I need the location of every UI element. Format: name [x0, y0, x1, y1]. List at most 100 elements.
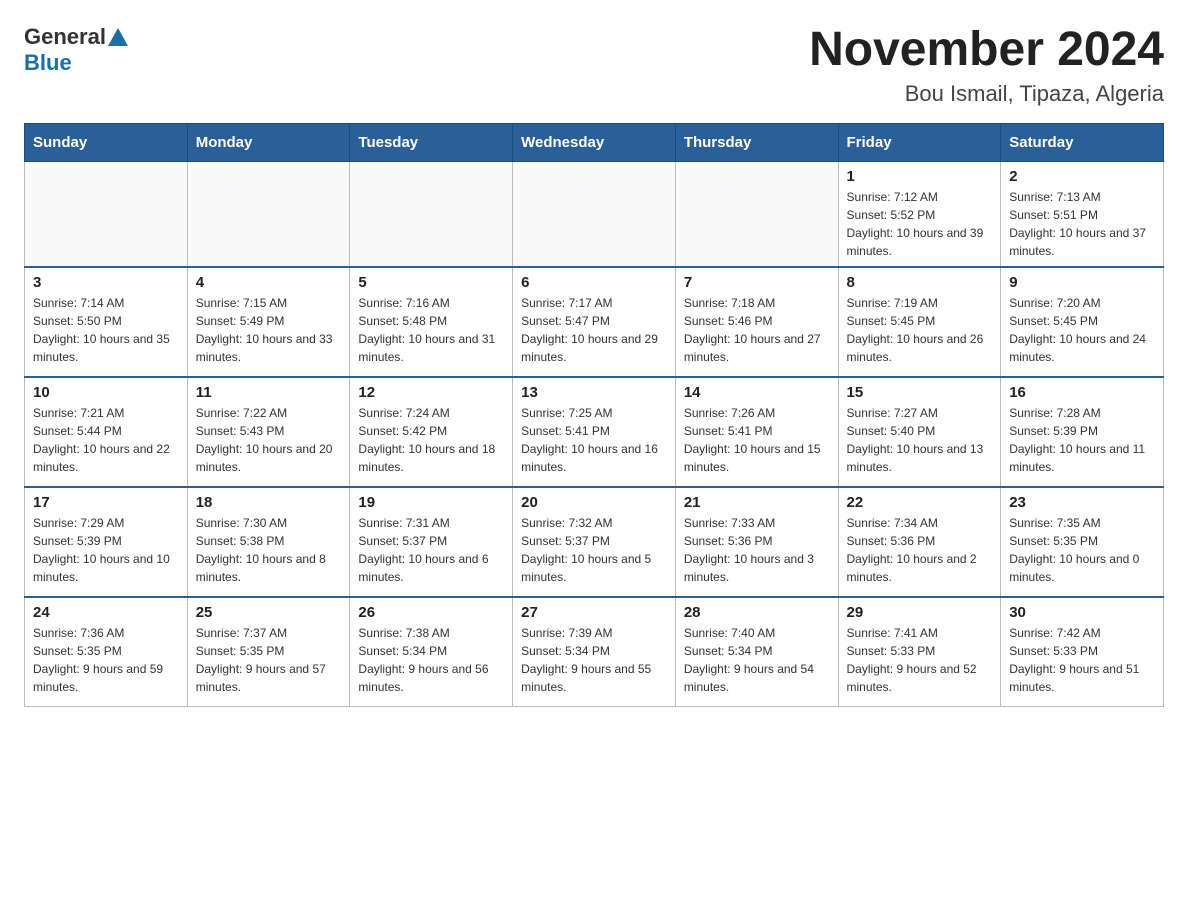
header-friday: Friday: [838, 123, 1001, 161]
day-info: Sunrise: 7:34 AMSunset: 5:36 PMDaylight:…: [847, 514, 993, 586]
day-info: Sunrise: 7:27 AMSunset: 5:40 PMDaylight:…: [847, 404, 993, 476]
table-row: 4 Sunrise: 7:15 AMSunset: 5:49 PMDaylight…: [187, 267, 350, 377]
table-row: 11Sunrise: 7:22 AMSunset: 5:43 PMDayligh…: [187, 377, 350, 487]
day-info: Sunrise: 7:26 AMSunset: 5:41 PMDaylight:…: [684, 404, 830, 476]
day-number: 7: [684, 274, 830, 291]
day-info: Sunrise: 7:39 AMSunset: 5:34 PMDaylight:…: [521, 624, 667, 696]
day-number: 5: [358, 274, 504, 291]
day-info: Sunrise: 7:14 AMSunset: 5:50 PMDaylight:…: [33, 294, 179, 366]
table-row: [513, 161, 676, 267]
day-info: Sunrise: 7:25 AMSunset: 5:41 PMDaylight:…: [521, 404, 667, 476]
day-number: 6: [521, 274, 667, 291]
calendar-title: November 2024: [809, 24, 1164, 77]
day-info: Sunrise: 7:18 AMSunset: 5:46 PMDaylight:…: [684, 294, 830, 366]
logo-triangle-icon: [108, 28, 128, 46]
day-info: Sunrise: 7:42 AMSunset: 5:33 PMDaylight:…: [1009, 624, 1155, 696]
page-header: General Blue November 2024 Bou Ismail, T…: [24, 24, 1164, 107]
table-row: [675, 161, 838, 267]
calendar-subtitle: Bou Ismail, Tipaza, Algeria: [809, 81, 1164, 107]
table-row: 30 Sunrise: 7:42 AMSunset: 5:33 PMDayligh…: [1001, 597, 1164, 707]
table-row: 26 Sunrise: 7:38 AMSunset: 5:34 PMDayligh…: [350, 597, 513, 707]
day-info: Sunrise: 7:19 AMSunset: 5:45 PMDaylight:…: [847, 294, 993, 366]
table-row: 1 Sunrise: 7:12 AMSunset: 5:52 PMDaylight…: [838, 161, 1001, 267]
table-row: 15 Sunrise: 7:27 AMSunset: 5:40 PMDayligh…: [838, 377, 1001, 487]
header-tuesday: Tuesday: [350, 123, 513, 161]
day-info: Sunrise: 7:17 AMSunset: 5:47 PMDaylight:…: [521, 294, 667, 366]
day-number: 12: [358, 384, 504, 401]
day-info: Sunrise: 7:38 AMSunset: 5:34 PMDaylight:…: [358, 624, 504, 696]
table-row: 9 Sunrise: 7:20 AMSunset: 5:45 PMDaylight…: [1001, 267, 1164, 377]
day-info: Sunrise: 7:35 AMSunset: 5:35 PMDaylight:…: [1009, 514, 1155, 586]
table-row: 27 Sunrise: 7:39 AMSunset: 5:34 PMDayligh…: [513, 597, 676, 707]
day-number: 23: [1009, 494, 1155, 511]
table-row: 21 Sunrise: 7:33 AMSunset: 5:36 PMDayligh…: [675, 487, 838, 597]
day-info: Sunrise: 7:30 AMSunset: 5:38 PMDaylight:…: [196, 514, 342, 586]
day-number: 28: [684, 604, 830, 621]
day-info: Sunrise: 7:37 AMSunset: 5:35 PMDaylight:…: [196, 624, 342, 696]
header-saturday: Saturday: [1001, 123, 1164, 161]
day-number: 11: [196, 384, 342, 401]
day-info: Sunrise: 7:40 AMSunset: 5:34 PMDaylight:…: [684, 624, 830, 696]
logo-blue-text: Blue: [24, 50, 72, 76]
calendar-table: Sunday Monday Tuesday Wednesday Thursday…: [24, 123, 1164, 708]
calendar-week-row: 1 Sunrise: 7:12 AMSunset: 5:52 PMDaylight…: [25, 161, 1164, 267]
table-row: 6 Sunrise: 7:17 AMSunset: 5:47 PMDaylight…: [513, 267, 676, 377]
day-number: 14: [684, 384, 830, 401]
day-info: Sunrise: 7:15 AMSunset: 5:49 PMDaylight:…: [196, 294, 342, 366]
day-number: 3: [33, 274, 179, 291]
day-info: Sunrise: 7:33 AMSunset: 5:36 PMDaylight:…: [684, 514, 830, 586]
table-row: [187, 161, 350, 267]
day-number: 15: [847, 384, 993, 401]
day-number: 9: [1009, 274, 1155, 291]
table-row: 16Sunrise: 7:28 AMSunset: 5:39 PMDayligh…: [1001, 377, 1164, 487]
table-row: 18Sunrise: 7:30 AMSunset: 5:38 PMDayligh…: [187, 487, 350, 597]
day-number: 30: [1009, 604, 1155, 621]
day-number: 25: [196, 604, 342, 621]
day-number: 27: [521, 604, 667, 621]
day-number: 2: [1009, 168, 1155, 185]
table-row: 7 Sunrise: 7:18 AMSunset: 5:46 PMDaylight…: [675, 267, 838, 377]
table-row: 28 Sunrise: 7:40 AMSunset: 5:34 PMDayligh…: [675, 597, 838, 707]
table-row: 25 Sunrise: 7:37 AMSunset: 5:35 PMDayligh…: [187, 597, 350, 707]
table-row: 2 Sunrise: 7:13 AMSunset: 5:51 PMDaylight…: [1001, 161, 1164, 267]
day-info: Sunrise: 7:41 AMSunset: 5:33 PMDaylight:…: [847, 624, 993, 696]
logo-general-text: General: [24, 24, 106, 50]
day-number: 20: [521, 494, 667, 511]
table-row: 29 Sunrise: 7:41 AMSunset: 5:33 PMDayligh…: [838, 597, 1001, 707]
day-info: Sunrise: 7:28 AMSunset: 5:39 PMDaylight:…: [1009, 404, 1155, 476]
header-monday: Monday: [187, 123, 350, 161]
table-row: 12Sunrise: 7:24 AMSunset: 5:42 PMDayligh…: [350, 377, 513, 487]
day-number: 29: [847, 604, 993, 621]
calendar-week-row: 10Sunrise: 7:21 AMSunset: 5:44 PMDayligh…: [25, 377, 1164, 487]
table-row: 13 Sunrise: 7:25 AMSunset: 5:41 PMDayligh…: [513, 377, 676, 487]
day-info: Sunrise: 7:16 AMSunset: 5:48 PMDaylight:…: [358, 294, 504, 366]
day-number: 22: [847, 494, 993, 511]
day-number: 8: [847, 274, 993, 291]
day-info: Sunrise: 7:29 AMSunset: 5:39 PMDaylight:…: [33, 514, 179, 586]
day-info: Sunrise: 7:32 AMSunset: 5:37 PMDaylight:…: [521, 514, 667, 586]
header-thursday: Thursday: [675, 123, 838, 161]
day-number: 1: [847, 168, 993, 185]
calendar-week-row: 24Sunrise: 7:36 AMSunset: 5:35 PMDayligh…: [25, 597, 1164, 707]
header-wednesday: Wednesday: [513, 123, 676, 161]
day-number: 24: [33, 604, 179, 621]
day-number: 26: [358, 604, 504, 621]
day-number: 13: [521, 384, 667, 401]
calendar-week-row: 3 Sunrise: 7:14 AMSunset: 5:50 PMDaylight…: [25, 267, 1164, 377]
day-number: 21: [684, 494, 830, 511]
day-info: Sunrise: 7:21 AMSunset: 5:44 PMDaylight:…: [33, 404, 179, 476]
table-row: 8 Sunrise: 7:19 AMSunset: 5:45 PMDaylight…: [838, 267, 1001, 377]
day-info: Sunrise: 7:12 AMSunset: 5:52 PMDaylight:…: [847, 188, 993, 260]
table-row: 10Sunrise: 7:21 AMSunset: 5:44 PMDayligh…: [25, 377, 188, 487]
table-row: 22 Sunrise: 7:34 AMSunset: 5:36 PMDayligh…: [838, 487, 1001, 597]
day-info: Sunrise: 7:20 AMSunset: 5:45 PMDaylight:…: [1009, 294, 1155, 366]
calendar-week-row: 17Sunrise: 7:29 AMSunset: 5:39 PMDayligh…: [25, 487, 1164, 597]
day-number: 4: [196, 274, 342, 291]
weekday-header-row: Sunday Monday Tuesday Wednesday Thursday…: [25, 123, 1164, 161]
day-info: Sunrise: 7:13 AMSunset: 5:51 PMDaylight:…: [1009, 188, 1155, 260]
table-row: 23 Sunrise: 7:35 AMSunset: 5:35 PMDayligh…: [1001, 487, 1164, 597]
day-number: 19: [358, 494, 504, 511]
table-row: 5 Sunrise: 7:16 AMSunset: 5:48 PMDaylight…: [350, 267, 513, 377]
title-block: November 2024 Bou Ismail, Tipaza, Algeri…: [809, 24, 1164, 107]
table-row: [350, 161, 513, 267]
